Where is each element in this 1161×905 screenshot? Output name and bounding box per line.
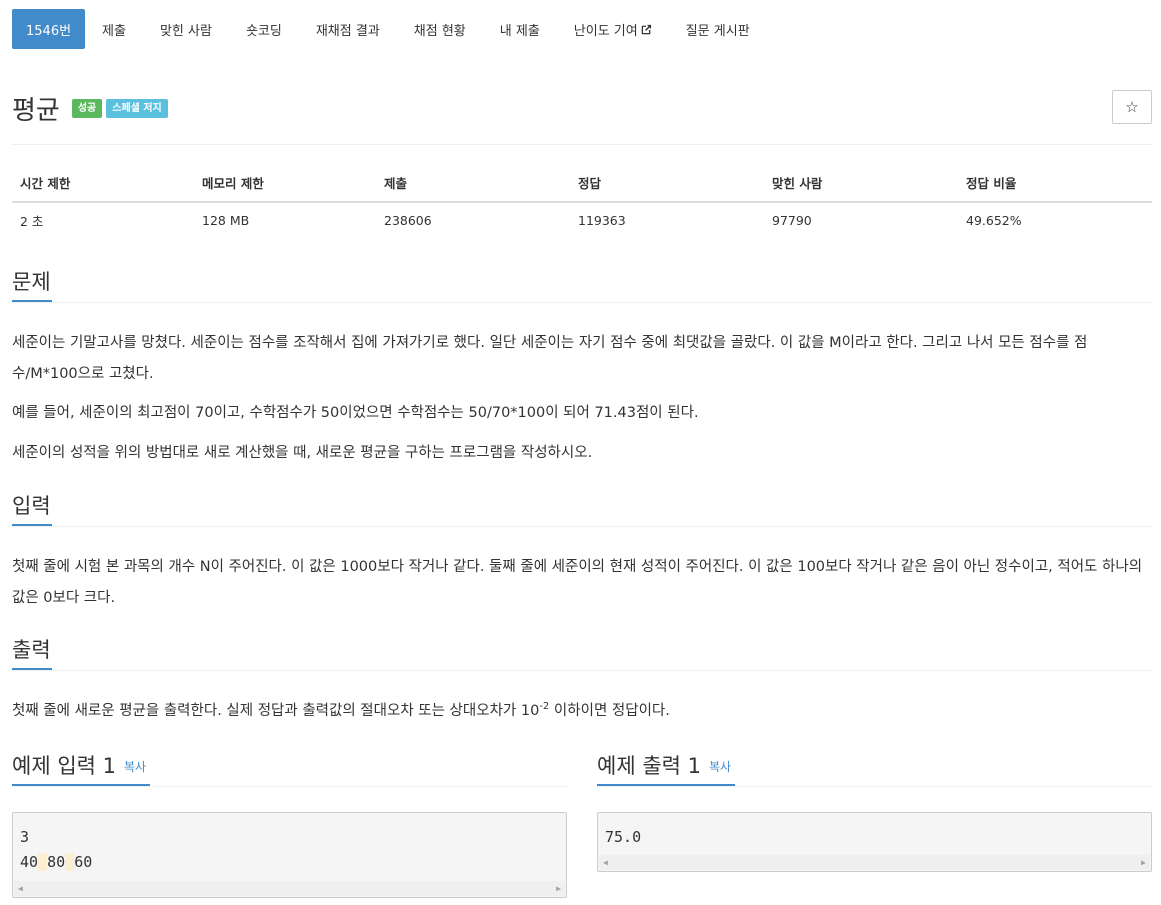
tab-submit[interactable]: 제출 bbox=[85, 9, 143, 49]
scroll-right-arrow-icon[interactable]: ▶ bbox=[556, 884, 561, 893]
problem-info-values-row: 2 초 128 MB 238606 119363 97790 49.652% bbox=[12, 202, 1152, 238]
sample-input-line-1: 3 bbox=[20, 828, 30, 846]
section-divider bbox=[12, 526, 1152, 527]
sample-input-token: 80 bbox=[47, 853, 66, 871]
whitespace-highlight bbox=[38, 853, 48, 871]
tab-problem-number[interactable]: 1546번 bbox=[12, 9, 86, 49]
section-heading-output: 출력 bbox=[12, 634, 52, 670]
tab-difficulty-contribution-label: 난이도 기여 bbox=[573, 23, 638, 39]
solved-users-value: 97790 bbox=[772, 213, 812, 228]
star-icon: ☆ bbox=[1125, 98, 1139, 116]
output-description: 첫째 줄에 새로운 평균을 출력한다. 실제 정답과 출력값의 절대오차 또는 … bbox=[12, 696, 1152, 727]
external-link-icon bbox=[641, 24, 651, 34]
sample-input-horizontal-scrollbar[interactable]: ◀ ▶ bbox=[14, 881, 565, 896]
tab-question-board[interactable]: 질문 게시판 bbox=[669, 9, 767, 49]
sample-output-horizontal-scrollbar[interactable]: ◀ ▶ bbox=[599, 855, 1150, 870]
whitespace-highlight bbox=[65, 853, 75, 871]
memory-limit-value: 128 MB bbox=[202, 213, 250, 228]
tab-short-coding[interactable]: 숏코딩 bbox=[229, 9, 299, 49]
sample-output-underline-wrap bbox=[597, 750, 735, 786]
sample-input-heading: 예제 입력 1 복사 bbox=[12, 750, 150, 786]
status-badge-success: 성공 bbox=[71, 99, 103, 118]
sample-input-box[interactable]: 3 40 80 60 ◀ ▶ bbox=[12, 812, 567, 898]
sample-output-heading: 예제 출력 1 복사 bbox=[597, 750, 735, 786]
section-divider bbox=[12, 302, 1152, 303]
accepted-value: 119363 bbox=[578, 213, 626, 228]
input-description: 첫째 줄에 시험 본 과목의 개수 N이 주어진다. 이 값은 1000보다 작… bbox=[12, 559, 1143, 606]
sample-output-code: 75.0 bbox=[598, 813, 1151, 850]
scroll-right-arrow-icon[interactable]: ▶ bbox=[1141, 858, 1146, 867]
header-accepted: 정답 bbox=[570, 164, 764, 203]
problem-paragraph-3: 세준이의 성적을 위의 방법대로 새로 계산했을 때, 새로운 평균을 구하는 … bbox=[12, 445, 593, 461]
output-text-before: 첫째 줄에 새로운 평균을 출력한다. 실제 정답과 출력값의 절대오차 또는 … bbox=[12, 703, 540, 719]
problem-paragraph-1: 세준이는 기말고사를 망쳤다. 세준이는 점수를 조작해서 집에 가져가기로 했… bbox=[12, 335, 1088, 382]
section-heading-input-text: 입력 bbox=[12, 494, 51, 518]
time-limit-value: 2 초 bbox=[20, 214, 44, 229]
sample-input-underline-wrap bbox=[12, 750, 150, 786]
tab-difficulty-contribution[interactable]: 난이도 기여 bbox=[557, 9, 669, 49]
output-exponent: -2 bbox=[539, 701, 550, 712]
problem-info-header-row: 시간 제한 메모리 제한 제출 정답 맞힌 사람 정답 비율 bbox=[12, 164, 1152, 203]
header-memory-limit: 메모리 제한 bbox=[194, 164, 376, 203]
sample-input-code: 3 40 80 60 bbox=[13, 813, 566, 875]
problem-paragraph-2: 예를 들어, 세준이의 최고점이 70이고, 수학점수가 50이었으면 수학점수… bbox=[12, 405, 699, 421]
header-time-limit: 시간 제한 bbox=[12, 164, 194, 203]
tab-rejudge-results[interactable]: 재채점 결과 bbox=[299, 9, 397, 49]
problem-info-table: 시간 제한 메모리 제한 제출 정답 맞힌 사람 정답 비율 2 초 128 M… bbox=[12, 164, 1152, 238]
sample-input-token: 40 bbox=[20, 853, 39, 871]
section-divider bbox=[12, 670, 1152, 671]
submissions-value: 238606 bbox=[384, 213, 432, 228]
section-heading-output-text: 출력 bbox=[12, 638, 51, 662]
problem-title-row: 평균 성공 스페셜 저지 bbox=[12, 90, 168, 127]
accept-ratio-value: 49.652% bbox=[966, 213, 1022, 228]
problem-title: 평균 bbox=[12, 96, 60, 126]
sample-output-line-1: 75.0 bbox=[605, 828, 642, 846]
scroll-left-arrow-icon[interactable]: ◀ bbox=[603, 858, 608, 867]
problem-nav-tabs: 1546번 제출 맞힌 사람 숏코딩 재채점 결과 채점 현황 내 제출 난이도… bbox=[12, 9, 767, 49]
section-heading-input: 입력 bbox=[12, 490, 52, 526]
sample-output-divider bbox=[597, 786, 1152, 787]
tab-solved-users[interactable]: 맞힌 사람 bbox=[143, 9, 229, 49]
tab-judge-status[interactable]: 채점 현황 bbox=[397, 9, 483, 49]
section-heading-problem: 문제 bbox=[12, 266, 52, 302]
title-divider bbox=[12, 144, 1152, 145]
output-text-after: 이하이면 정답이다. bbox=[549, 703, 670, 719]
favorite-star-button[interactable]: ☆ bbox=[1112, 90, 1152, 124]
sample-input-token: 60 bbox=[74, 853, 93, 871]
header-submissions: 제출 bbox=[376, 164, 570, 203]
sample-output-box[interactable]: 75.0 ◀ ▶ bbox=[597, 812, 1152, 872]
special-judge-badge: 스페셜 저지 bbox=[106, 99, 168, 118]
scroll-left-arrow-icon[interactable]: ◀ bbox=[18, 884, 23, 893]
header-solved-users: 맞힌 사람 bbox=[764, 164, 958, 203]
section-heading-problem-text: 문제 bbox=[12, 270, 51, 294]
sample-input-divider bbox=[12, 786, 567, 787]
header-accept-ratio: 정답 비율 bbox=[958, 164, 1152, 203]
tab-my-submissions[interactable]: 내 제출 bbox=[483, 9, 557, 49]
